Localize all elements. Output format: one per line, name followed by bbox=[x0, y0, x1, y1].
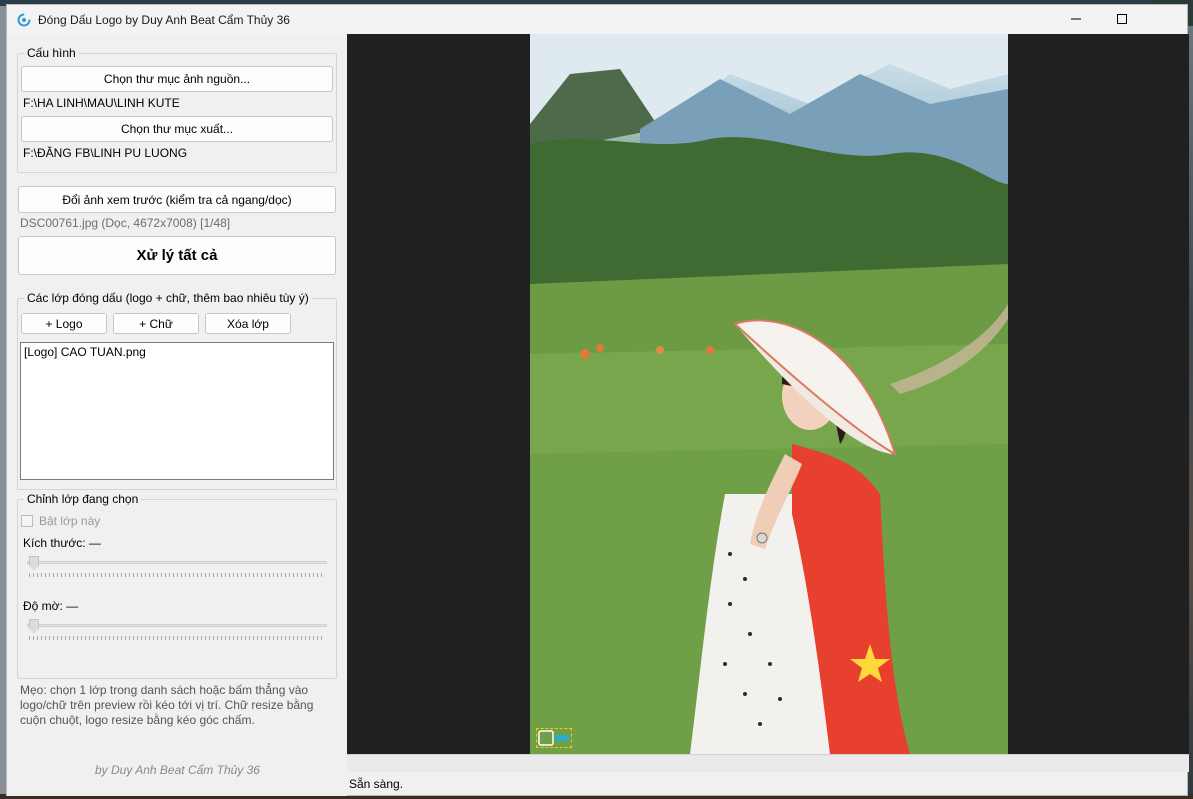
layers-group-title: Các lớp đóng dấu (logo + chữ, thêm bao n… bbox=[24, 291, 312, 305]
control-panel: Cấu hình Chọn thư mục ảnh nguồn... F:\HA… bbox=[7, 34, 347, 796]
layer-edit-group-title: Chỉnh lớp đang chọn bbox=[24, 492, 142, 506]
slider-track[interactable] bbox=[27, 624, 327, 627]
delete-layer-button[interactable]: Xóa lớp bbox=[205, 313, 291, 334]
change-preview-image-button[interactable]: Đổi ảnh xem trước (kiểm tra cả ngang/dọc… bbox=[18, 186, 336, 213]
slider-thumb[interactable] bbox=[29, 619, 39, 633]
minimize-button[interactable] bbox=[1053, 5, 1099, 34]
output-folder-path: F:\ĐĂNG FB\LINH PU LUONG bbox=[23, 146, 188, 160]
preview-horizontal-scrollbar[interactable] bbox=[347, 754, 1189, 772]
size-slider[interactable] bbox=[27, 556, 327, 577]
preview-file-info: DSC00761.jpg (Dọc, 4672x7008) [1/48] bbox=[20, 216, 231, 230]
author-credit: by Duy Anh Beat Cẩm Thủy 36 bbox=[95, 763, 260, 777]
slider-ticks bbox=[29, 573, 325, 577]
title-bar[interactable]: Đóng Dấu Logo by Duy Anh Beat Cẩm Thủy 3… bbox=[7, 5, 1187, 34]
maximize-icon bbox=[1117, 13, 1127, 27]
usage-tip: Mẹo: chọn 1 lớp trong danh sách hoặc bấm… bbox=[20, 683, 340, 728]
tip-line: Mẹo: chọn 1 lớp trong danh sách hoặc bấm… bbox=[20, 683, 309, 697]
enable-layer-checkbox[interactable]: Bật lớp này bbox=[21, 514, 100, 528]
slider-ticks bbox=[29, 636, 325, 640]
choose-output-folder-button[interactable]: Chọn thư mục xuất... bbox=[21, 116, 333, 142]
process-all-button[interactable]: Xử lý tất cả bbox=[18, 236, 336, 275]
opacity-label: Độ mờ: — bbox=[23, 599, 79, 613]
add-text-layer-button[interactable]: + Chữ bbox=[113, 313, 199, 334]
list-item[interactable]: [Logo] CAO TUAN.png bbox=[24, 345, 330, 359]
window-title: Đóng Dấu Logo by Duy Anh Beat Cẩm Thủy 3… bbox=[38, 12, 290, 27]
photo-illustration bbox=[530, 34, 1008, 754]
maximize-button[interactable] bbox=[1099, 5, 1145, 34]
enable-layer-label: Bật lớp này bbox=[39, 514, 101, 528]
size-label: Kích thước: — bbox=[23, 536, 101, 550]
slider-track[interactable] bbox=[27, 561, 327, 564]
opacity-slider[interactable] bbox=[27, 619, 327, 640]
status-bar-text: Sẵn sàng. bbox=[349, 777, 404, 791]
app-window: Đóng Dấu Logo by Duy Anh Beat Cẩm Thủy 3… bbox=[6, 4, 1189, 796]
checkbox-box[interactable] bbox=[21, 515, 33, 527]
watermark-logo-icon bbox=[538, 730, 569, 746]
tip-line: cuộn chuột, logo resize bằng kéo góc chấ… bbox=[20, 713, 255, 727]
layers-list[interactable]: [Logo] CAO TUAN.png bbox=[20, 342, 334, 480]
preview-photo[interactable] bbox=[530, 34, 1008, 754]
choose-source-folder-button[interactable]: Chọn thư mục ảnh nguồn... bbox=[21, 66, 333, 92]
tip-line: logo/chữ trên preview rồi kéo tới vị trí… bbox=[20, 698, 314, 712]
minimize-icon bbox=[1071, 13, 1081, 27]
preview-canvas[interactable] bbox=[347, 34, 1189, 754]
source-folder-path: F:\HA LINH\MAU\LINH KUTE bbox=[23, 96, 180, 110]
watermark-logo-layer[interactable] bbox=[536, 728, 572, 748]
config-group-title: Cấu hình bbox=[24, 46, 79, 60]
add-logo-layer-button[interactable]: + Logo bbox=[21, 313, 107, 334]
slider-thumb[interactable] bbox=[29, 556, 39, 570]
app-logo-icon bbox=[16, 12, 32, 28]
